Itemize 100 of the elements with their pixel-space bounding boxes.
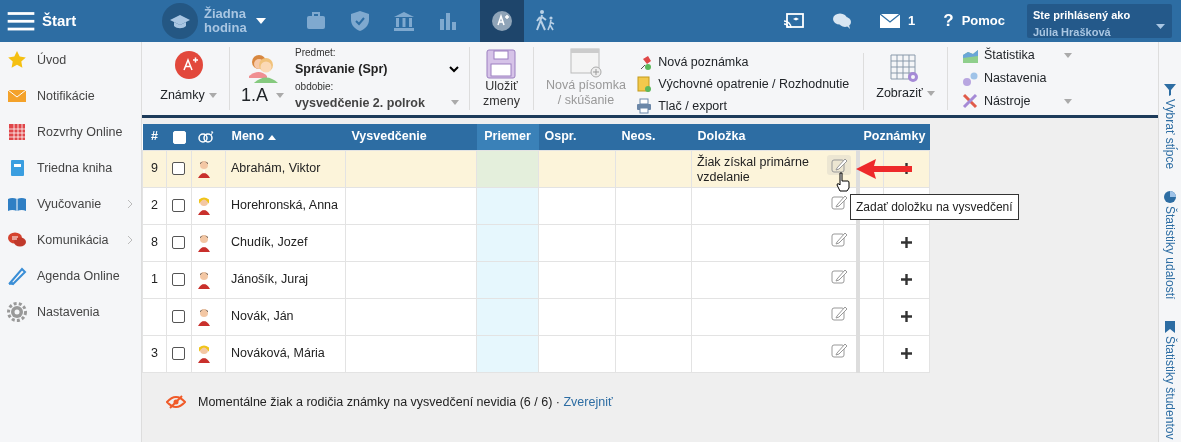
row-number: 1 [142,261,167,298]
hand-cursor-icon [836,172,850,192]
toolbar-menu-item[interactable]: Nástroje [961,91,1072,111]
clause-text: Žiak získal primárne vzdelanie [697,154,809,184]
side-tab[interactable]: Štatistiky udalostí [1161,191,1179,300]
student-name[interactable]: Chudík, Jozef [225,224,346,261]
calendar-grid-icon [7,122,27,142]
shield-icon [348,9,372,33]
sidebar-item[interactable]: Vyučovanie [0,186,141,222]
subject-dropdown[interactable]: Správanie (Spr) [295,59,459,79]
subject-label: Predmet: [295,45,337,60]
column-header[interactable]: # [142,124,167,150]
select-all-checkbox[interactable] [172,130,186,144]
sidebar-item[interactable]: Komunikácia [0,222,141,258]
tools-icon [961,93,978,110]
side-tab[interactable]: Vybrať stĺpce [1161,84,1179,170]
star-icon [7,50,27,70]
female-student-icon [197,344,211,363]
toolbar-menu-item[interactable]: Štatistika [961,46,1072,66]
toolbar-action[interactable]: Nová poznámka [635,53,749,72]
caret-icon [256,18,266,24]
graduation-cap-icon [170,13,190,29]
menu-icon[interactable] [6,11,36,31]
male-student-icon [197,270,211,289]
settings-icon [7,302,27,322]
user-label: Ste prihlásený ako [1033,8,1132,23]
period-dropdown[interactable]: vysvedčenie 2. polrok [295,93,459,113]
filter-icon [1164,84,1176,96]
sidebar-item[interactable]: Triedna kniha [0,150,141,186]
tooltip: Zadať doložku na vysvedčení [850,194,1019,220]
plus-icon [901,348,912,360]
student-name[interactable]: Novák, Ján [225,298,346,335]
sidebar-item[interactable]: Úvod [0,42,141,78]
student-name[interactable]: Horehronská, Anna [225,187,346,224]
user-menu[interactable]: Ste prihlásený ako Júlia Hrašková [1027,4,1172,38]
caret-icon [926,91,935,97]
row-number: 3 [142,335,167,372]
student-name[interactable]: Nováková, Mária [225,335,346,372]
caret-icon [208,93,217,99]
plus-icon [901,237,912,249]
edit-icon [830,230,847,247]
row-number: 9 [142,150,167,187]
start-label[interactable]: Štart [42,9,152,33]
save-button[interactable]: Uložiť zmeny [482,47,521,110]
column-header[interactable]: Vysvedčenie [345,124,477,150]
caret-icon [451,100,459,106]
nav-tab[interactable] [480,0,524,42]
row-checkbox[interactable] [172,273,185,287]
row-number: 8 [142,224,167,261]
side-tab[interactable]: Štatistiky študentov [1161,321,1179,440]
student-name[interactable]: Jánošík, Juraj [225,261,346,298]
chat-icon [832,12,853,30]
mail-icon [880,14,901,28]
row-number: 2 [142,187,167,224]
column-header[interactable]: Poznámky [857,124,930,150]
row-checkbox[interactable] [172,199,185,213]
bank-icon [392,9,416,33]
row-checkbox[interactable] [172,310,185,324]
row-checkbox[interactable] [172,162,185,176]
edit-icon [830,156,847,173]
document-icon [635,76,652,93]
sidebar-item[interactable]: Notifikácie [0,78,141,114]
male-student-icon [197,233,211,252]
plus-icon [901,311,912,323]
plus-icon [901,274,912,286]
male-student-icon [197,159,211,178]
calendar-add-icon [569,48,602,78]
sidebar-item[interactable]: Agenda Online [0,258,141,294]
row-checkbox[interactable] [172,347,185,361]
sidebar-item[interactable]: Nastavenia [0,294,141,330]
gender-icon [197,130,214,145]
female-student-icon [197,196,211,215]
toolbar-menu-item[interactable]: Nastavenia [961,69,1072,88]
messages-button[interactable]: 1 [868,11,928,31]
toolbar-action[interactable]: Výchovné opatrenie / Rozhodnutie [635,74,850,94]
edit-icon [830,267,847,284]
area-chart-icon [961,47,978,64]
help-button[interactable]: ? Pomoc [931,8,1017,34]
edit-icon [830,193,847,210]
grade-icon [490,9,514,33]
column-header[interactable]: Priemer [476,124,539,150]
user-name: Júlia Hrašková [1033,24,1112,40]
toolbar-action[interactable]: Tlač / export [635,96,727,116]
hidden-eye-icon [166,394,186,409]
sidebar-item[interactable]: Rozvrhy Online [0,114,141,150]
row-checkbox[interactable] [172,236,185,250]
column-header[interactable]: Ospr. [538,124,616,150]
table-settings-icon [890,54,921,85]
student-name[interactable]: Abrahám, Viktor [225,150,346,187]
edit-icon [830,304,847,321]
edit-icon [830,341,847,358]
class-dropdown[interactable]: 1.A [240,83,286,106]
pen-icon [7,266,27,286]
column-header[interactable]: Meno [225,124,346,150]
lesson-avatar[interactable] [162,3,198,39]
publish-link[interactable]: Zverejniť [563,394,613,409]
column-header[interactable]: Doložka [691,124,858,150]
grades-dropdown[interactable]: Známky [159,85,218,106]
column-header[interactable]: Neos. [615,124,692,150]
view-dropdown[interactable]: Zobraziť [876,84,935,103]
